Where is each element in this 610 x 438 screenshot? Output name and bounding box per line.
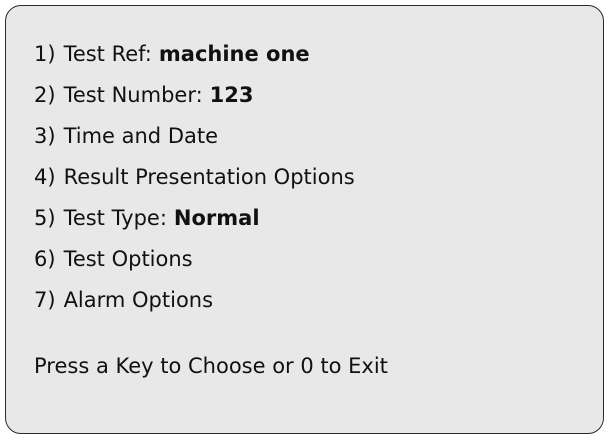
menu-item-test-ref[interactable]: 1) Test Ref: machine one	[34, 39, 355, 80]
menu-item-number: 5)	[34, 206, 56, 230]
menu-item-label: Test Options	[63, 247, 193, 271]
key-prompt: Press a Key to Choose or 0 to Exit	[34, 354, 388, 378]
menu-item-time-and-date[interactable]: 3) Time and Date	[34, 121, 355, 162]
menu-item-value: machine one	[158, 42, 310, 66]
menu-item-result-presentation[interactable]: 4) Result Presentation Options	[34, 162, 355, 203]
menu-item-label: Time and Date	[63, 124, 219, 148]
menu-item-label: Test Number:	[63, 83, 203, 107]
menu-item-alarm-options[interactable]: 7) Alarm Options	[34, 285, 355, 326]
menu-item-test-type[interactable]: 5) Test Type: Normal	[34, 203, 355, 244]
menu-list: 1) Test Ref: machine one 2) Test Number: 123…	[34, 39, 355, 326]
menu-item-test-options[interactable]: 6) Test Options	[34, 244, 355, 285]
menu-item-number: 4)	[34, 165, 56, 189]
menu-item-number: 3)	[34, 124, 56, 148]
menu-item-label: Test Ref:	[63, 42, 152, 66]
menu-item-label: Result Presentation Options	[63, 165, 355, 189]
menu-item-label: Alarm Options	[63, 288, 214, 312]
menu-item-number: 2)	[34, 83, 56, 107]
menu-item-test-number[interactable]: 2) Test Number: 123	[34, 80, 355, 121]
menu-item-value: Normal	[173, 206, 260, 230]
menu-item-value: 123	[209, 83, 254, 107]
menu-item-number: 6)	[34, 247, 56, 271]
menu-panel: 1) Test Ref: machine one 2) Test Number: 123…	[5, 5, 604, 434]
menu-item-number: 1)	[34, 42, 56, 66]
menu-item-label: Test Type:	[63, 206, 167, 230]
menu-item-number: 7)	[34, 288, 56, 312]
